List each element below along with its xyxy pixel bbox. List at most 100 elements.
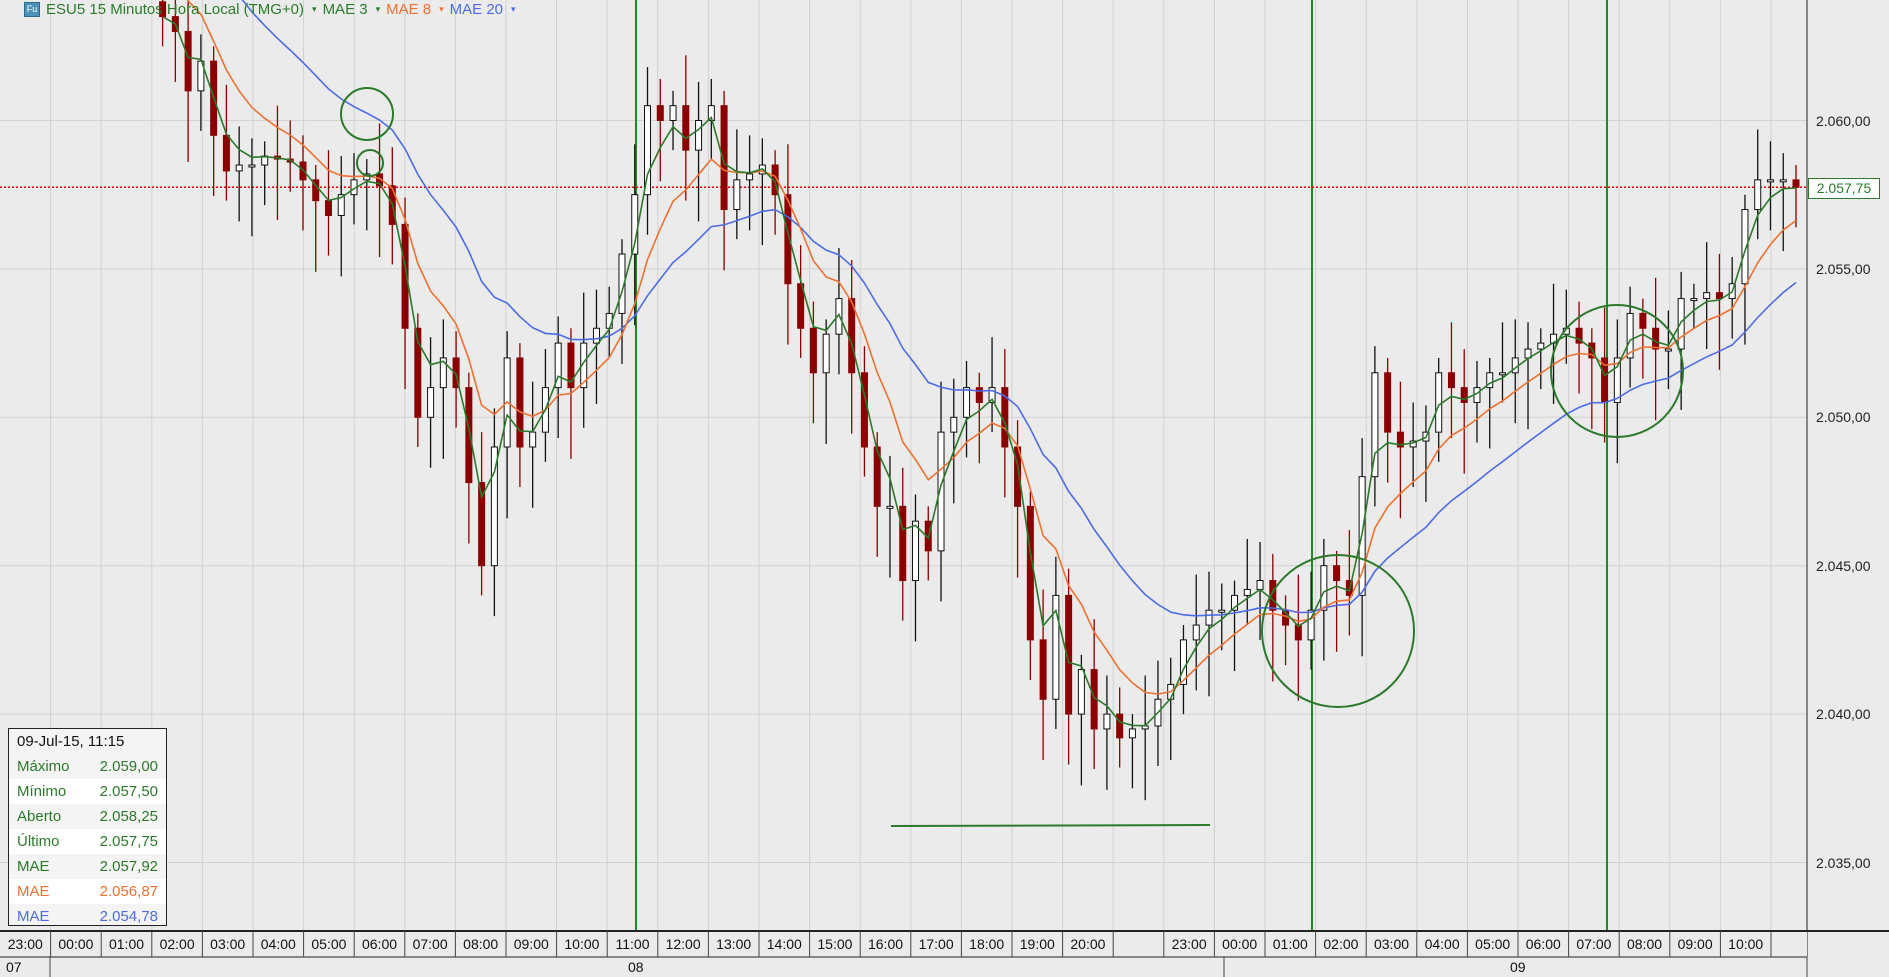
candle-body <box>529 431 537 448</box>
time-label: 10:00 <box>564 936 600 952</box>
time-label: 05:00 <box>311 936 347 952</box>
time-label: 19:00 <box>1019 936 1055 952</box>
candle-body <box>669 105 677 122</box>
data-window-row: Aberto 2.058,25 <box>9 804 166 829</box>
date-label: 09 <box>1510 959 1526 975</box>
time-label: 20:00 <box>1070 936 1106 952</box>
candle-body <box>1026 505 1034 641</box>
candle-body <box>746 173 754 181</box>
candle-body <box>1294 624 1302 641</box>
time-label: 09:00 <box>513 936 549 952</box>
instrument-icon: Fu <box>24 2 40 17</box>
candle-body <box>248 164 256 168</box>
data-window-row: MAE 2.054,78 <box>9 904 166 929</box>
time-label: 03:00 <box>1373 936 1410 952</box>
time-label: 07:00 <box>412 936 448 952</box>
time-label: 23:00 <box>1171 936 1207 952</box>
time-label: 17:00 <box>918 936 954 952</box>
candle-body <box>1715 292 1723 300</box>
price-label: 2.045,00 <box>1816 557 1871 574</box>
candle-body <box>1537 342 1545 350</box>
candle-body <box>1792 179 1800 188</box>
candle-body <box>733 179 741 211</box>
candle-body <box>1039 639 1047 700</box>
time-label: 07:00 <box>1576 936 1612 952</box>
candle-body <box>950 416 958 433</box>
row-value: 2.056,87 <box>99 883 158 900</box>
row-label: Aberto <box>17 808 62 825</box>
data-window-row: Mínimo 2.057,50 <box>9 779 166 804</box>
dropdown-icon[interactable]: ▾ <box>312 4 317 15</box>
data-window-row: MAE 2.057,92 <box>9 854 166 879</box>
candle-body <box>1498 372 1506 376</box>
price-label: 2.055,00 <box>1816 260 1871 277</box>
support-line[interactable] <box>890 824 1211 827</box>
mae3-legend[interactable]: MAE 3 <box>323 1 368 18</box>
time-label: 00:00 <box>58 936 94 952</box>
data-window: 09-Jul-15, 11:15 Máximo 2.059,00 Mínimo 2.0… <box>8 728 167 926</box>
time-label: 04:00 <box>1424 936 1460 952</box>
data-window-header: 09-Jul-15, 11:15 <box>17 733 125 750</box>
candle-body <box>1447 372 1455 389</box>
candle-body <box>975 387 983 403</box>
time-label: 03:00 <box>210 936 246 952</box>
time-label: 13:00 <box>716 936 752 952</box>
candle-body <box>1243 588 1251 596</box>
current-price-tag: 2.057,75 <box>1808 178 1880 199</box>
time-label: 11:00 <box>615 936 650 952</box>
candle-body <box>1218 609 1226 613</box>
row-value: 2.057,50 <box>99 783 158 800</box>
price-label: 2.035,00 <box>1816 854 1871 871</box>
data-window-row: Último 2.057,75 <box>9 829 166 854</box>
mae3-dropdown-icon[interactable]: ▾ <box>376 4 381 15</box>
time-label: 04:00 <box>260 936 296 952</box>
time-label: 09:00 <box>1677 936 1713 952</box>
candle-body <box>324 200 332 216</box>
candle-body <box>1320 565 1328 611</box>
mae20-dropdown-icon[interactable]: ▾ <box>511 4 516 15</box>
candle-body <box>822 333 830 374</box>
date-label: 07 <box>6 959 22 975</box>
candle-body <box>1128 728 1136 739</box>
price-axis[interactable] <box>1807 0 1889 977</box>
row-label: Máximo <box>17 758 70 775</box>
time-label: 06:00 <box>361 936 398 952</box>
mae8-dropdown-icon[interactable]: ▾ <box>439 4 444 15</box>
candle-body <box>1652 327 1660 350</box>
time-label: 16:00 <box>867 936 904 952</box>
candle-body <box>682 105 690 151</box>
candle-body <box>695 120 703 151</box>
candle-body <box>1639 312 1647 329</box>
row-label: MAE <box>17 858 50 875</box>
candle-body <box>1754 179 1762 211</box>
time-label: 15:00 <box>817 936 853 952</box>
candle-body <box>1435 372 1443 433</box>
price-chart[interactable] <box>0 0 1889 977</box>
chart-title[interactable]: ESU5 15 Minutos Hora Local (TMG+0) <box>46 1 304 18</box>
time-label: 00:00 <box>1222 936 1258 952</box>
candle-body <box>184 30 192 92</box>
price-label: 2.050,00 <box>1816 409 1871 426</box>
time-label: 18:00 <box>969 936 1005 952</box>
row-label: Mínimo <box>17 783 67 800</box>
time-label: 14:00 <box>766 936 802 952</box>
time-label: 10:00 <box>1728 936 1764 952</box>
candle-body <box>1103 713 1111 730</box>
candle-body <box>848 298 856 374</box>
row-value: 2.057,92 <box>99 858 158 875</box>
candle-body <box>1371 372 1379 478</box>
price-label: 2.040,00 <box>1816 706 1871 723</box>
candle-body <box>1677 298 1685 350</box>
candle-body <box>1333 565 1341 582</box>
time-label: 08:00 <box>1626 936 1663 952</box>
candle-body <box>1256 580 1264 590</box>
time-label: 12:00 <box>665 936 701 952</box>
time-label: 01:00 <box>1272 936 1308 952</box>
row-label: Último <box>17 833 60 850</box>
time-label: 01:00 <box>108 936 145 952</box>
candle-body <box>1664 348 1672 352</box>
mae20-legend[interactable]: MAE 20 <box>450 1 503 18</box>
time-label: 23:00 <box>7 936 43 952</box>
date-label: 08 <box>628 959 644 975</box>
mae8-legend[interactable]: MAE 8 <box>386 1 431 18</box>
